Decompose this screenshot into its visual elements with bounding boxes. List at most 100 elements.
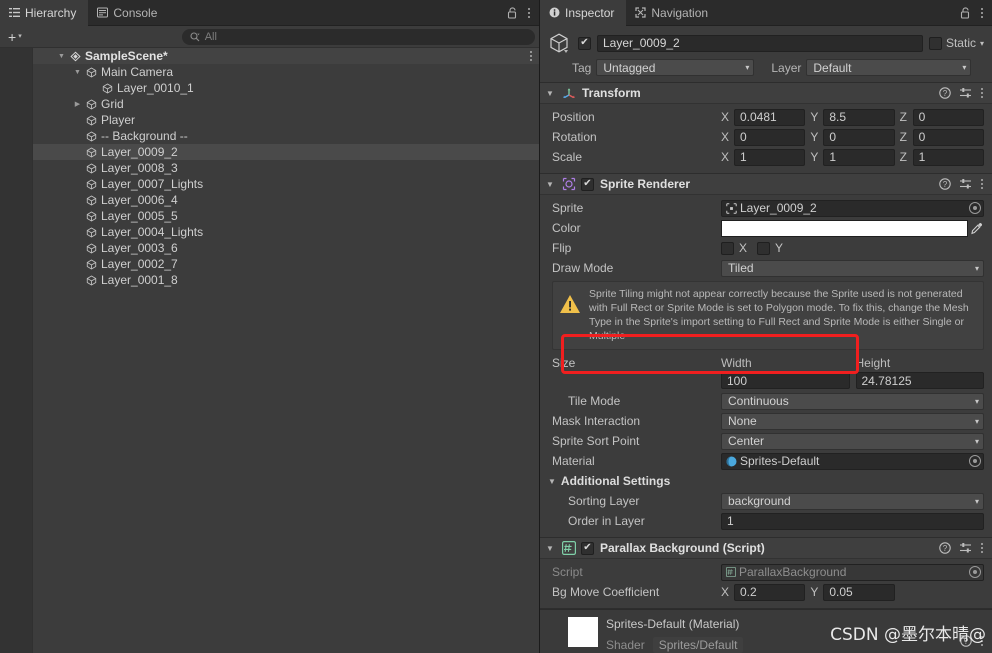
help-icon[interactable]: ? (939, 542, 951, 555)
scale-y-input[interactable]: 1 (823, 148, 895, 166)
hierarchy-item-layer-0005-5[interactable]: Layer_0005_5 (33, 208, 539, 224)
hierarchy-item-layer-0002-7[interactable]: Layer_0002_7 (33, 256, 539, 272)
scale-z-input[interactable]: 1 (912, 148, 984, 166)
collapse-triangle-icon[interactable]: ▼ (546, 180, 556, 189)
tile-mode-dropdown[interactable]: Continuous ▾ (721, 392, 984, 410)
position-z-input[interactable]: 0 (912, 108, 984, 126)
sprite-field[interactable]: Layer_0009_2 (721, 199, 984, 217)
row-additional-settings[interactable]: ▼ Additional Settings (546, 471, 984, 491)
scale-x-input[interactable]: 1 (734, 148, 806, 166)
order-in-layer-input[interactable]: 1 (721, 512, 984, 530)
draw-mode-field[interactable]: Tiled ▾ (721, 259, 984, 277)
hierarchy-item-layer-0010-1[interactable]: Layer_0010_1 (33, 80, 539, 96)
sprite-sort-point-dropdown[interactable]: Center ▾ (721, 432, 984, 450)
position-x-input[interactable]: 0.0481 (734, 108, 806, 126)
size-height-field[interactable]: 24.78125 (855, 372, 984, 390)
collapse-triangle-icon[interactable]: ▼ (546, 544, 556, 553)
layer-dropdown[interactable]: Default ▾ (806, 59, 972, 76)
collapse-triangle-icon[interactable]: ▼ (546, 89, 556, 98)
rotation-z-input[interactable]: 0 (912, 128, 984, 146)
bg-move-coefficient-field[interactable]: X 0.2 Y 0.05 (721, 583, 984, 601)
mask-interaction-dropdown[interactable]: None ▾ (721, 412, 984, 430)
tab-hierarchy-label: Hierarchy (25, 5, 77, 20)
tab-inspector[interactable]: Inspector (540, 0, 627, 26)
tab-navigation[interactable]: Navigation (626, 0, 721, 25)
help-icon[interactable]: ? (939, 178, 951, 190)
hierarchy-search-input[interactable]: All (181, 28, 535, 45)
help-icon[interactable]: ? (939, 87, 951, 99)
sprite-sort-point-field[interactable]: Center ▾ (721, 432, 984, 450)
hierarchy-more-icon[interactable] (527, 6, 531, 20)
hierarchy-item-player[interactable]: Player (33, 112, 539, 128)
gameobject-icon (84, 131, 99, 142)
hierarchy-item-label: Layer_0006_4 (101, 193, 178, 207)
material-field[interactable]: Sprites-Default (721, 452, 984, 470)
hierarchy-item-main-camera[interactable]: ▼ Main Camera (33, 64, 539, 80)
sorting-layer-dropdown[interactable]: background ▾ (721, 492, 984, 510)
flip-x-group[interactable]: X (721, 241, 747, 255)
static-checkbox[interactable] (928, 36, 942, 50)
transform-header[interactable]: ▼ Transform ? (540, 83, 992, 104)
bg-move-coefficient-y-input[interactable]: 0.05 (823, 583, 895, 601)
lock-icon[interactable] (507, 6, 518, 19)
additional-settings-header[interactable]: ▼ Additional Settings (546, 474, 670, 488)
inspector-more-icon[interactable] (980, 6, 984, 20)
parallax-background-enabled-checkbox[interactable]: ✔ (581, 541, 594, 555)
hierarchy-item-background[interactable]: -- Background -- (33, 128, 539, 144)
transform-more-icon[interactable] (980, 86, 984, 100)
rotation-y-input[interactable]: 0 (823, 128, 895, 146)
add-gameobject-button[interactable]: + ▾ (4, 28, 26, 45)
chevron-down-icon[interactable]: ▾ (980, 39, 984, 48)
collapse-triangle-icon[interactable]: ▼ (71, 69, 84, 76)
tile-mode-field[interactable]: Continuous ▾ (721, 392, 984, 410)
collapse-triangle-icon[interactable]: ▼ (548, 477, 556, 486)
bg-move-coefficient-x-input[interactable]: 0.2 (734, 583, 806, 601)
mask-interaction-field[interactable]: None ▾ (721, 412, 984, 430)
static-toggle-group[interactable]: Static ▾ (928, 36, 984, 50)
tag-dropdown[interactable]: Untagged ▾ (596, 59, 755, 76)
parallax-background-header[interactable]: ▼ ✔ Parallax Background (Script) ? (540, 538, 992, 560)
flip-y-checkbox[interactable] (757, 241, 771, 255)
expand-triangle-icon[interactable]: ▶ (71, 100, 84, 108)
gameobject-name-input[interactable]: Layer_0009_2 (597, 34, 923, 52)
lock-icon[interactable] (960, 6, 971, 19)
scene-more-icon[interactable] (529, 49, 533, 63)
preset-icon[interactable] (959, 178, 972, 190)
position-y-input[interactable]: 8.5 (823, 108, 895, 126)
hierarchy-item-layer-0006-4[interactable]: Layer_0006_4 (33, 192, 539, 208)
draw-mode-dropdown[interactable]: Tiled ▾ (721, 259, 984, 277)
material-object-field[interactable]: Sprites-Default (721, 452, 984, 470)
tab-console[interactable]: Console (88, 0, 170, 25)
hierarchy-item-layer-0003-6[interactable]: Layer_0003_6 (33, 240, 539, 256)
color-swatch[interactable] (721, 219, 968, 237)
preset-icon[interactable] (959, 542, 972, 554)
hierarchy-item-layer-0004-lights[interactable]: Layer_0004_Lights (33, 224, 539, 240)
hierarchy-item-layer-0009-2[interactable]: Layer_0009_2 (33, 144, 539, 160)
size-width-field[interactable]: 100 (721, 372, 850, 390)
order-in-layer-field[interactable]: 1 (721, 512, 984, 530)
hierarchy-item-samplescene[interactable]: ▼ SampleScene* (33, 48, 539, 64)
object-picker-icon[interactable] (969, 455, 981, 468)
hierarchy-item-grid[interactable]: ▶ Grid (33, 96, 539, 112)
tab-hierarchy[interactable]: Hierarchy (0, 0, 89, 26)
sprite-renderer-more-icon[interactable] (980, 177, 984, 191)
sorting-layer-field[interactable]: background ▾ (721, 492, 984, 510)
rotation-x-input[interactable]: 0 (734, 128, 806, 146)
object-picker-icon[interactable] (969, 202, 981, 214)
hierarchy-item-layer-0007-lights[interactable]: Layer_0007_Lights (33, 176, 539, 192)
hierarchy-item-layer-0001-8[interactable]: Layer_0001_8 (33, 272, 539, 288)
sprite-renderer-header[interactable]: ▼ ✔ Sprite Renderer ? (540, 174, 992, 195)
eyedropper-icon[interactable] (968, 222, 984, 235)
expand-arrow-icon[interactable]: ▶ (546, 617, 560, 653)
preset-icon[interactable] (959, 87, 972, 99)
sprite-renderer-enabled-checkbox[interactable]: ✔ (581, 177, 594, 191)
hierarchy-item-layer-0008-3[interactable]: Layer_0008_3 (33, 160, 539, 176)
color-field[interactable] (721, 219, 984, 237)
flip-x-checkbox[interactable] (721, 241, 734, 255)
parallax-background-more-icon[interactable] (980, 541, 984, 555)
flip-y-group[interactable]: Y (757, 241, 783, 255)
hierarchy-tree[interactable]: ▼ SampleScene* ▼ Main Camera Layer_0010_1 ▶ Gr… (33, 48, 539, 653)
collapse-triangle-icon[interactable]: ▼ (55, 53, 68, 60)
sprite-object-field[interactable]: Layer_0009_2 (721, 199, 984, 217)
gameobject-enabled-checkbox[interactable]: ✔ (578, 36, 591, 50)
